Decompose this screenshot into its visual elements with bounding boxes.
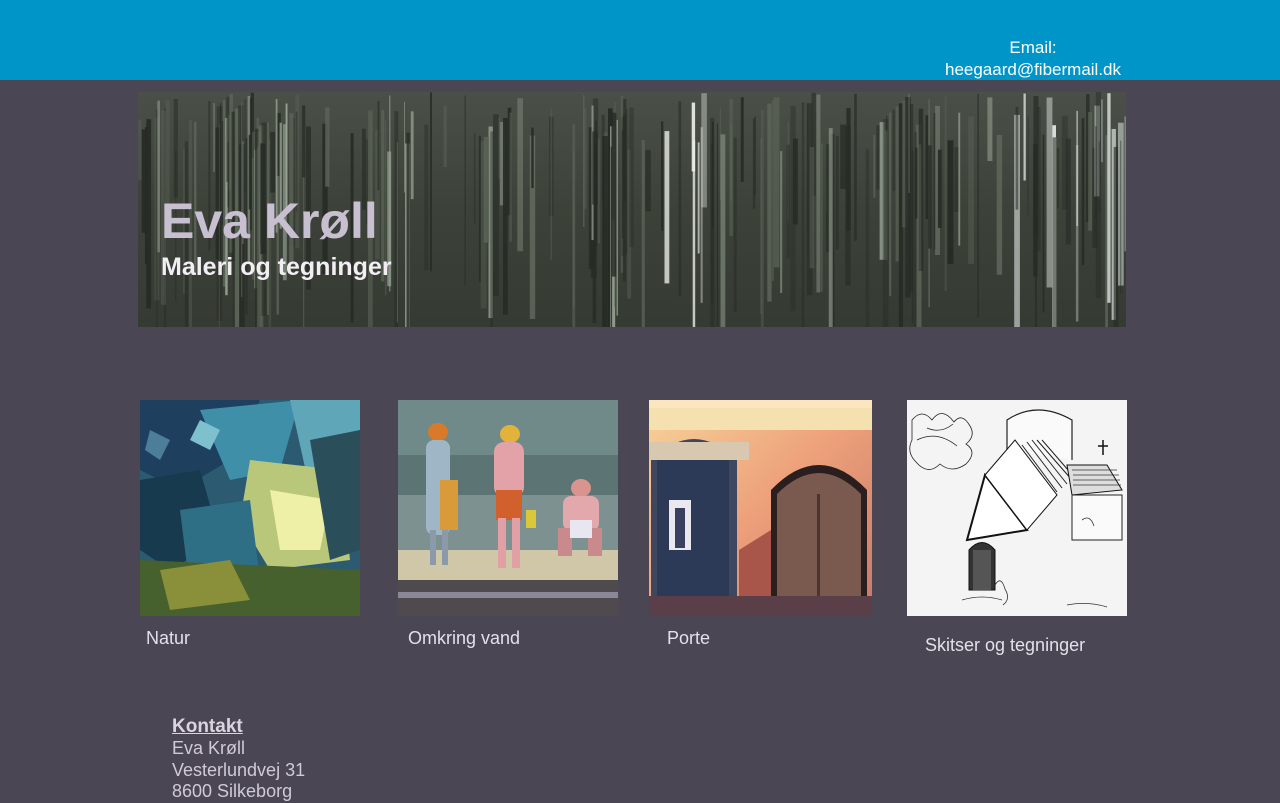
email-contact: Email: heegaard@fibermail.dk: [930, 37, 1136, 81]
top-header-bar: Email: heegaard@fibermail.dk: [0, 0, 1280, 80]
gallery-caption-omkring-vand[interactable]: Omkring vand: [408, 627, 520, 649]
gallery-caption-natur[interactable]: Natur: [146, 627, 190, 649]
contact-street: Vesterlundvej 31: [172, 759, 306, 780]
skitser-drawing-thumbnail[interactable]: [907, 400, 1127, 616]
contact-name: Eva Krøll: [172, 738, 246, 758]
porte-painting-thumbnail[interactable]: [649, 400, 872, 616]
contact-heading-link[interactable]: Kontakt: [172, 715, 305, 738]
gallery-item-natur[interactable]: Natur: [140, 400, 360, 648]
email-label: Email:: [1009, 38, 1057, 57]
site-title: Eva Krøll: [161, 193, 378, 249]
gallery-caption-porte[interactable]: Porte: [667, 627, 710, 649]
gallery-item-omkring-vand[interactable]: Omkring vand: [398, 400, 618, 648]
contact-info: Kontakt Eva Krøll Vesterlundvej 31 8600 …: [172, 715, 305, 803]
header-banner: Eva Krøll Maleri og tegninger: [138, 92, 1126, 327]
gallery-item-skitser-og-tegninger[interactable]: Skitser og tegninger: [907, 400, 1127, 655]
gallery-caption-skitser-og-tegninger[interactable]: Skitser og tegninger: [925, 634, 1085, 656]
site-subtitle: Maleri og tegninger: [161, 253, 392, 281]
contact-city: 8600 Silkeborg: [172, 781, 293, 801]
email-address-link[interactable]: heegaard@fibermail.dk: [930, 59, 1136, 81]
natur-painting-thumbnail[interactable]: [140, 400, 360, 616]
omkring-vand-painting-thumbnail[interactable]: [398, 400, 618, 616]
gallery-item-porte[interactable]: Porte: [649, 400, 872, 648]
